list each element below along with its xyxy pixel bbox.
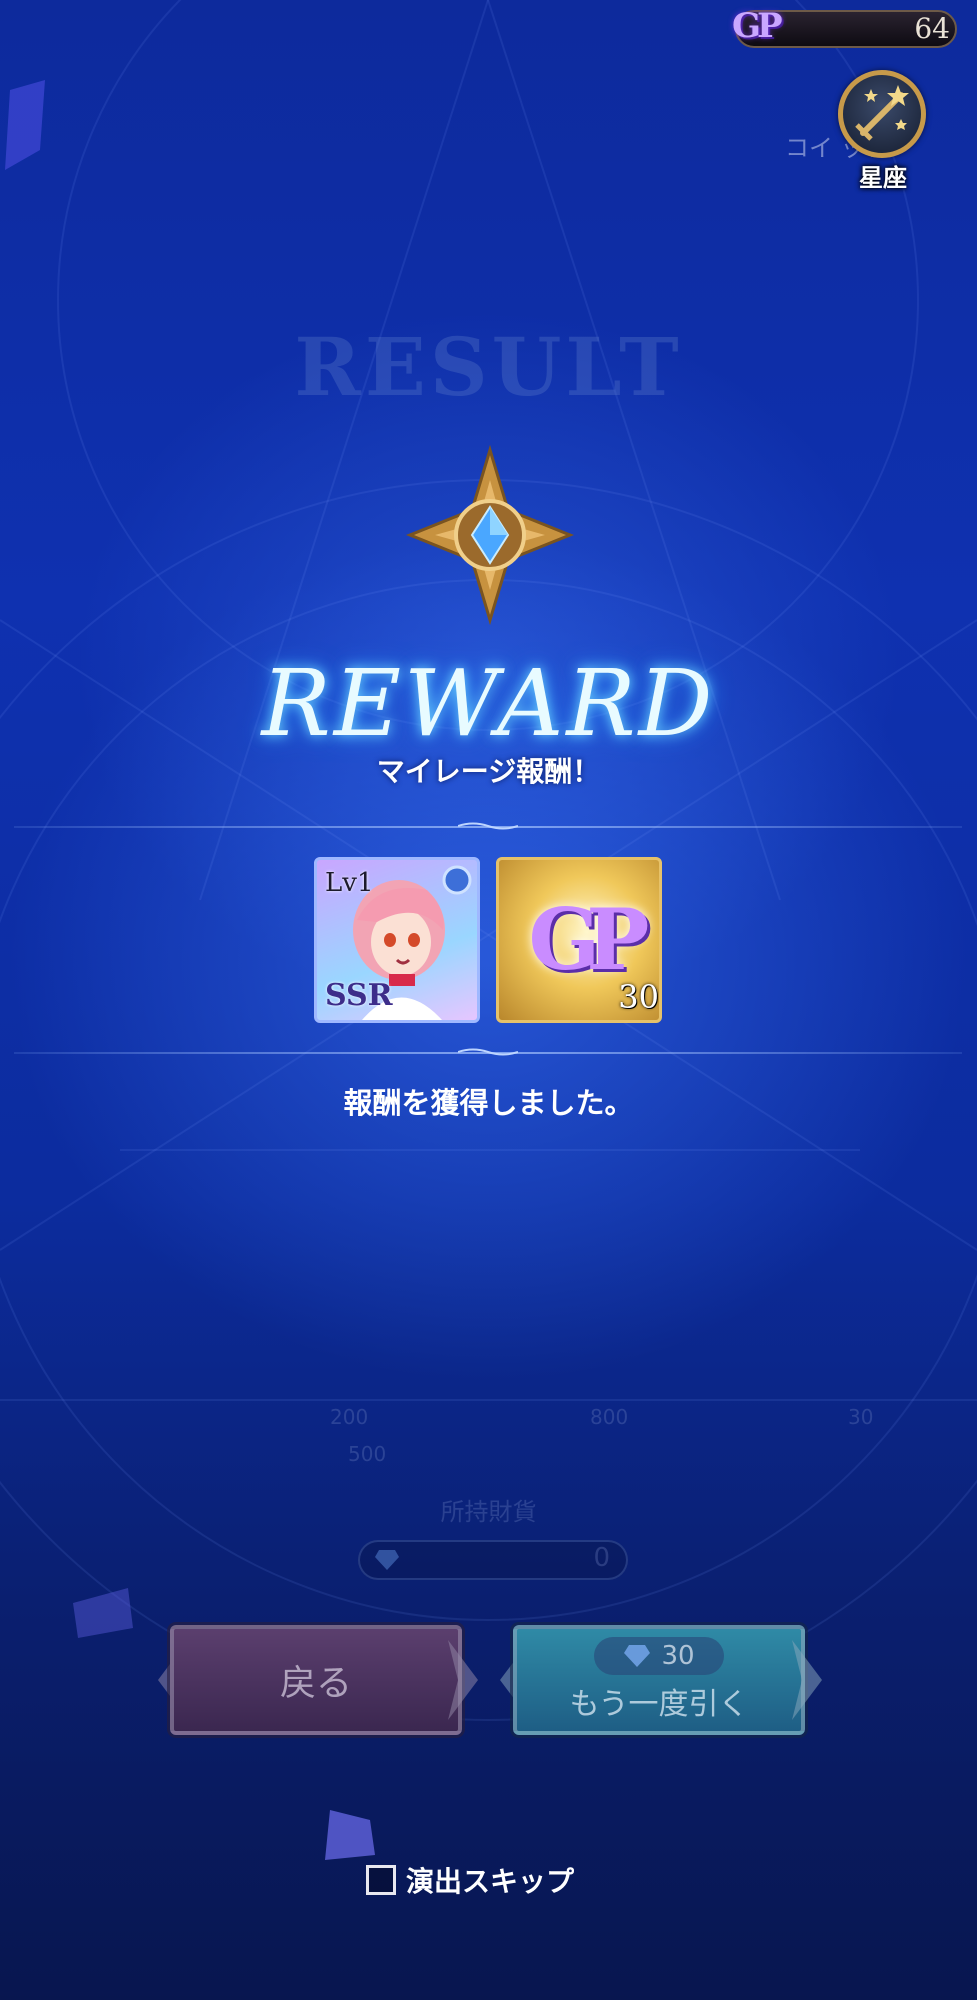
reward-title: REWARD	[261, 650, 716, 757]
gem-icon	[624, 1645, 651, 1667]
magic-circle-background	[0, 0, 977, 1721]
milestone-label: 800	[590, 1405, 629, 1429]
divider-ornament	[458, 822, 518, 830]
reward-gp-item[interactable]: GP 30	[496, 857, 662, 1023]
acquired-message: 報酬を獲得しました。	[343, 1086, 634, 1120]
skip-label: 演出スキップ	[406, 1865, 575, 1898]
button-ornament-right	[792, 1640, 822, 1720]
rarity-badge: SSR	[325, 978, 393, 1013]
constellation-icon	[838, 70, 926, 158]
divider-ornament	[458, 1048, 518, 1056]
back-button[interactable]: 戻る	[170, 1625, 462, 1735]
reward-emblem-icon	[405, 445, 575, 625]
reward-subtitle: マイレージ報酬！	[376, 755, 601, 788]
draw-again-button[interactable]: 30 もう一度引く	[513, 1625, 805, 1735]
draw-cost: 30	[594, 1637, 724, 1675]
level-label: Lv1	[325, 868, 374, 898]
gp-count: 64	[914, 12, 950, 45]
constellation-label: 星座	[859, 164, 907, 192]
gp-item-quantity: 30	[618, 978, 659, 1016]
reward-character-card[interactable]: Lv1 SSR	[314, 857, 480, 1023]
skip-checkbox[interactable]	[366, 1865, 396, 1895]
gp-item-icon: GP	[528, 890, 650, 989]
back-button-label: 戻る	[279, 1663, 352, 1704]
owned-currency-value: 0	[593, 1543, 610, 1573]
owned-currency-label: 所持財貨	[440, 1498, 537, 1526]
gp-icon: GP	[732, 6, 783, 46]
milestone-label: 200	[330, 1405, 369, 1429]
constellation-button[interactable]: 星座	[828, 70, 938, 192]
skip-animation-toggle[interactable]: 演出スキップ	[366, 1860, 574, 1900]
draw-cost-value: 30	[661, 1641, 695, 1671]
draw-again-label: もう一度引く	[569, 1687, 749, 1722]
milestone-label: 30	[848, 1405, 874, 1429]
result-title: RESULT	[294, 320, 683, 414]
button-ornament-right	[448, 1640, 478, 1720]
crystal-decoration	[325, 1810, 375, 1860]
gem-icon	[375, 1550, 399, 1570]
milestone-label: 500	[348, 1442, 387, 1466]
crystal-decoration	[73, 1588, 133, 1638]
crystal-decoration	[5, 80, 45, 170]
